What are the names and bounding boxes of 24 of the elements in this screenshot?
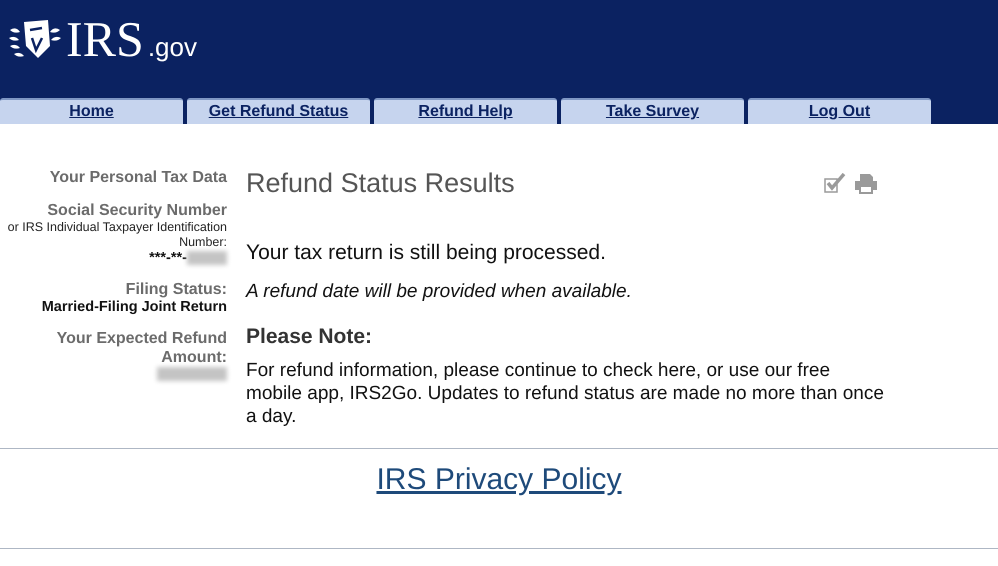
print-icon[interactable] <box>854 172 878 194</box>
field-sublabel: or IRS Individual Taxpayer Identification Number: <box>6 220 227 250</box>
nav-tab[interactable]: Home <box>0 98 183 124</box>
logo-text: IRS <box>66 14 144 64</box>
nav-tab[interactable]: Get Refund Status <box>187 98 370 124</box>
privacy-policy-link[interactable]: IRS Privacy Policy <box>376 463 622 497</box>
section-label: Your Personal Tax Data <box>48 168 227 187</box>
nav-tab[interactable]: Take Survey <box>561 98 744 124</box>
logo-suffix: .gov <box>148 32 197 63</box>
field-label: Social Security Number <box>46 201 227 220</box>
note-heading: Please Note: <box>246 325 374 349</box>
field-label: Your Expected Refund Amount: <box>56 329 227 367</box>
status-message: Your tax return is still being processed. <box>246 241 607 265</box>
ssn-value: ***-**- <box>149 250 187 266</box>
refund-date-note: A refund date will be provided when available. <box>246 281 633 303</box>
redacted-value <box>157 367 227 381</box>
nav-tab[interactable]: Refund Help <box>374 98 557 124</box>
filing-status-value: Married-Filing Joint Return <box>40 299 227 315</box>
note-text: For refund information, please continue to check here, or use our free mobile app, IRS2Go. Updates to refund status are made no more than once a day. <box>246 359 885 428</box>
field-label: Filing Status: <box>124 280 227 299</box>
page-title: Refund Status Results <box>246 168 515 199</box>
checkmark-icon[interactable] <box>824 172 846 192</box>
nav-tab[interactable]: Log Out <box>748 98 931 124</box>
redacted-value <box>187 251 227 265</box>
